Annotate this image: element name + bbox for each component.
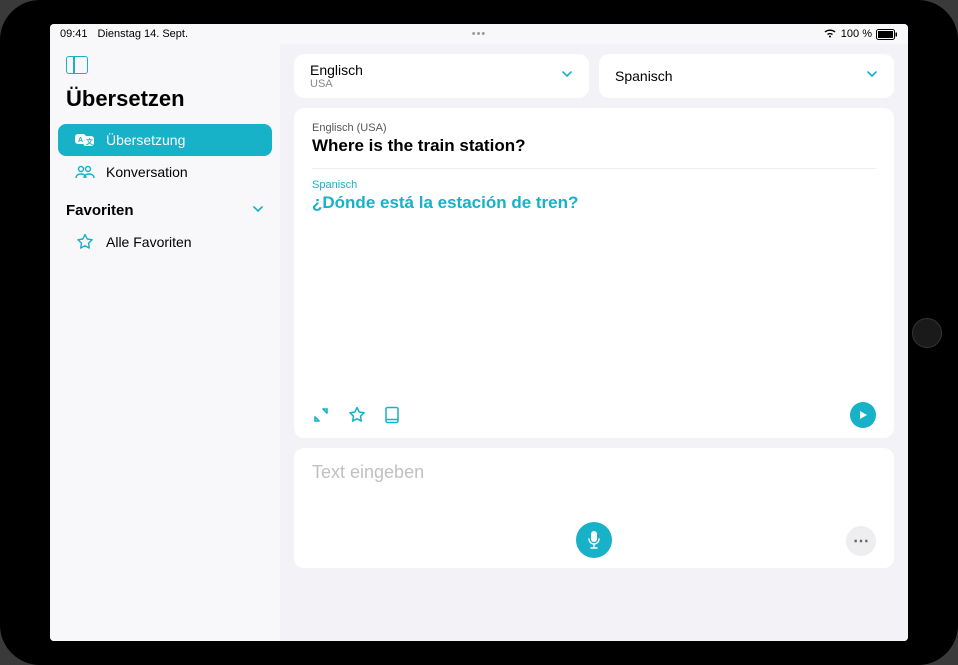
chevron-down-icon: [561, 67, 573, 85]
sidebar-item-label: Konversation: [106, 164, 188, 180]
target-language-name: Spanisch: [615, 68, 673, 84]
status-time: 09:41: [60, 28, 88, 40]
sidebar-item-translation[interactable]: A文 Übersetzung: [58, 124, 272, 156]
status-date: Dienstag 14. Sept.: [98, 28, 189, 40]
content-area: Übersetzen A文 Übersetzung Konversation F…: [50, 44, 908, 641]
microphone-button[interactable]: [576, 522, 612, 558]
sidebar: Übersetzen A文 Übersetzung Konversation F…: [50, 44, 280, 641]
sidebar-panel-icon: [66, 56, 88, 74]
play-icon: [857, 409, 869, 421]
multitask-dots-icon[interactable]: •••: [472, 28, 487, 40]
chevron-down-icon: [252, 202, 264, 219]
sidebar-title: Übersetzen: [50, 78, 280, 124]
favorites-section-header[interactable]: Favoriten: [50, 188, 280, 225]
battery-percent: 100 %: [841, 28, 872, 40]
wifi-icon: [823, 28, 837, 41]
input-placeholder: Text eingeben: [312, 462, 876, 483]
dictionary-book-icon[interactable]: [384, 406, 400, 424]
sidebar-toggle-button[interactable]: [50, 52, 280, 78]
translation-actions: [312, 392, 876, 428]
language-selector-row: Englisch USA Spanisch: [294, 54, 894, 98]
sidebar-item-conversation[interactable]: Konversation: [58, 156, 272, 188]
target-language-label: Spanisch: [312, 179, 876, 191]
sidebar-item-label: Übersetzung: [106, 132, 185, 148]
source-language-label: Englisch (USA): [312, 122, 876, 134]
sidebar-item-all-favorites[interactable]: Alle Favoriten: [58, 225, 272, 259]
ipad-device-frame: ••• 09:41 Dienstag 14. Sept. 100 %: [0, 0, 958, 665]
source-language-name: Englisch: [310, 62, 363, 78]
svg-text:A: A: [78, 137, 83, 144]
divider: [312, 168, 876, 169]
source-language-region: USA: [310, 78, 363, 90]
favorites-header-label: Favoriten: [66, 202, 134, 219]
ellipsis-icon: ⋯: [853, 531, 869, 551]
expand-icon[interactable]: [312, 406, 330, 424]
microphone-icon: [586, 530, 602, 550]
source-language-selector[interactable]: Englisch USA: [294, 54, 589, 98]
chevron-down-icon: [866, 67, 878, 85]
source-text[interactable]: Where is the train station?: [312, 136, 876, 156]
more-options-button[interactable]: ⋯: [846, 526, 876, 556]
people-icon: [74, 164, 96, 180]
play-audio-button[interactable]: [850, 402, 876, 428]
text-input-card[interactable]: Text eingeben ⋯: [294, 448, 894, 568]
translation-result-card: Englisch (USA) Where is the train statio…: [294, 108, 894, 438]
favorite-star-icon[interactable]: [348, 406, 366, 424]
target-language-selector[interactable]: Spanisch: [599, 54, 894, 98]
star-outline-icon: [74, 233, 96, 251]
home-button[interactable]: [912, 318, 942, 348]
svg-text:文: 文: [86, 137, 94, 146]
screen: ••• 09:41 Dienstag 14. Sept. 100 %: [50, 24, 908, 641]
translate-icon: A文: [74, 132, 96, 148]
battery-icon: [876, 29, 898, 40]
target-text[interactable]: ¿Dónde está la estación de tren?: [312, 193, 876, 213]
main-panel: Englisch USA Spanisch: [280, 44, 908, 641]
sidebar-item-label: Alle Favoriten: [106, 234, 192, 250]
